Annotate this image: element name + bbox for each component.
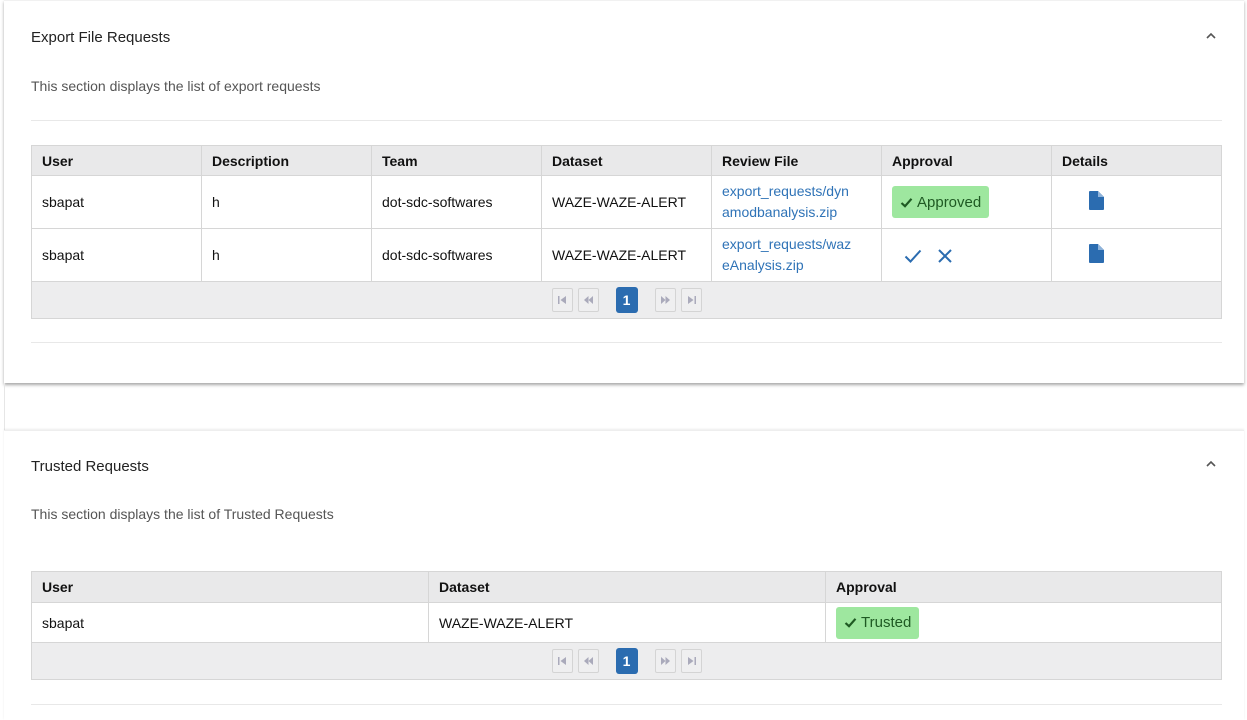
cell-review-file: export_requests/waz eAnalysis.zip (711, 228, 882, 282)
pager-row: 1 (31, 281, 1222, 319)
trusted-panel-description: This section displays the list of Truste… (31, 506, 334, 522)
table-row: sbapat h dot-sdc-softwares WAZE-WAZE-ALE… (31, 228, 1222, 282)
prev-page-icon (583, 296, 593, 304)
table-row: sbapat h dot-sdc-softwares WAZE-WAZE-ALE… (31, 175, 1222, 229)
cell-user: sbapat (31, 175, 202, 229)
trusted-panel-title: Trusted Requests (31, 458, 149, 475)
table-header-row: User Dataset Approval (31, 571, 1222, 603)
approve-check-icon[interactable] (904, 248, 922, 264)
chevron-up-icon[interactable] (1204, 31, 1218, 41)
first-page-icon (557, 296, 566, 304)
approved-badge: Approved (892, 186, 990, 218)
trusted-requests-panel: Trusted Requests This section displays t… (4, 430, 1244, 720)
column-header-user[interactable]: User (31, 145, 202, 176)
cell-dataset: WAZE-WAZE-ALERT (428, 602, 826, 643)
check-icon (900, 197, 913, 208)
column-header-description[interactable]: Description (201, 145, 372, 176)
column-header-approval[interactable]: Approval (825, 571, 1222, 603)
review-file-text-line2: amodbanalysis.zip (722, 204, 838, 220)
column-header-dataset[interactable]: Dataset (428, 571, 826, 603)
document-icon[interactable] (1089, 244, 1104, 263)
review-file-text-line2: eAnalysis.zip (722, 257, 804, 273)
review-file-link[interactable]: export_requests/dyn amodbanalysis.zip (722, 181, 871, 223)
panel-edge (4, 383, 5, 430)
divider (31, 342, 1222, 343)
trusted-requests-table: User Dataset Approval sbapat WAZE-WAZE-A… (31, 571, 1222, 680)
review-file-text-line1: export_requests/waz (722, 236, 852, 252)
column-header-approval[interactable]: Approval (881, 145, 1052, 176)
pager-row: 1 (31, 642, 1222, 680)
cell-dataset: WAZE-WAZE-ALERT (541, 228, 712, 282)
cell-approval: Trusted (825, 602, 1222, 643)
cell-user: sbapat (31, 228, 202, 282)
column-header-dataset[interactable]: Dataset (541, 145, 712, 176)
pager-cell: 1 (31, 642, 1222, 680)
trusted-badge: Trusted (836, 606, 920, 639)
last-page-icon (687, 296, 696, 304)
cell-team: dot-sdc-softwares (371, 175, 542, 229)
pager-cell: 1 (31, 281, 1222, 319)
cell-dataset: WAZE-WAZE-ALERT (541, 175, 712, 229)
check-icon (844, 618, 857, 628)
column-header-team[interactable]: Team (371, 145, 542, 176)
column-header-user[interactable]: User (31, 571, 429, 603)
export-panel-title: Export File Requests (31, 29, 171, 46)
column-header-review-file[interactable]: Review File (711, 145, 882, 176)
prev-page-icon (583, 657, 593, 665)
cell-team: dot-sdc-softwares (371, 228, 542, 282)
table-row: sbapat WAZE-WAZE-ALERT Trusted (31, 602, 1222, 643)
last-page-icon (687, 657, 696, 665)
chevron-up-icon[interactable] (1204, 459, 1218, 469)
prev-page-button[interactable] (577, 649, 599, 673)
pagination: 1 (42, 648, 1211, 674)
export-panel-description: This section displays the list of export… (31, 78, 321, 94)
export-requests-panel: Export File Requests This section displa… (4, 0, 1244, 383)
cell-description: h (201, 228, 372, 282)
reject-close-icon[interactable] (936, 248, 954, 264)
next-page-icon (660, 296, 670, 304)
next-page-button[interactable] (654, 649, 676, 673)
pagination: 1 (42, 287, 1211, 313)
review-file-link[interactable]: export_requests/waz eAnalysis.zip (722, 234, 871, 276)
first-page-button[interactable] (551, 288, 573, 312)
column-header-details[interactable]: Details (1051, 145, 1222, 176)
review-file-text-line1: export_requests/dyn (722, 183, 849, 199)
cell-approval: Approved (881, 175, 1052, 229)
cell-review-file: export_requests/dyn amodbanalysis.zip (711, 175, 882, 229)
page-number-button[interactable]: 1 (615, 648, 638, 674)
next-page-button[interactable] (654, 288, 676, 312)
document-icon[interactable] (1089, 191, 1104, 210)
cell-approval (881, 228, 1052, 282)
divider (31, 704, 1222, 705)
cell-user: sbapat (31, 602, 429, 643)
approved-badge-label: Approved (917, 193, 982, 211)
last-page-button[interactable] (680, 288, 702, 312)
divider (31, 120, 1222, 121)
trusted-badge-label: Trusted (861, 614, 912, 631)
export-requests-table: User Description Team Dataset Review Fil… (31, 145, 1222, 319)
page-number-button[interactable]: 1 (615, 287, 638, 313)
first-page-icon (557, 657, 566, 665)
first-page-button[interactable] (551, 649, 573, 673)
last-page-button[interactable] (680, 649, 702, 673)
table-header-row: User Description Team Dataset Review Fil… (31, 145, 1222, 176)
cell-description: h (201, 175, 372, 229)
prev-page-button[interactable] (577, 288, 599, 312)
next-page-icon (660, 657, 670, 665)
cell-details (1051, 228, 1222, 282)
cell-details (1051, 175, 1222, 229)
